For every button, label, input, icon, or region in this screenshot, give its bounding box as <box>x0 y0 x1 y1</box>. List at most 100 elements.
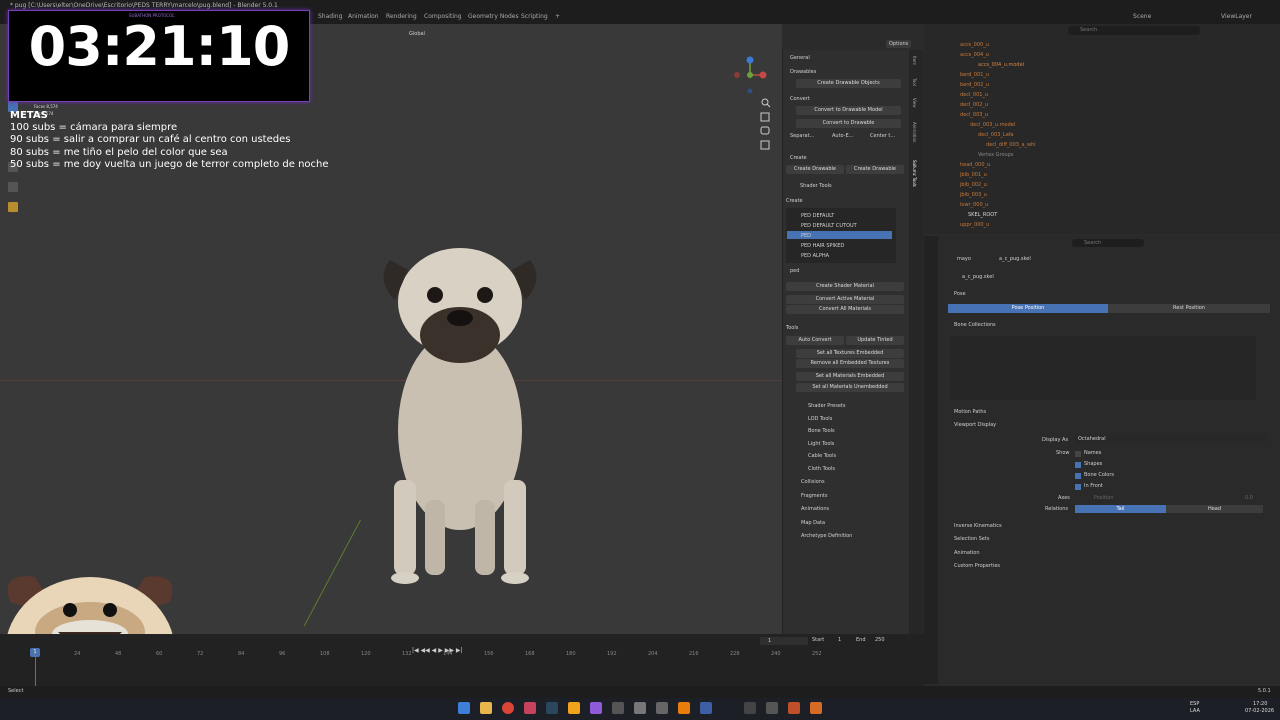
section-collisions[interactable]: Collisions <box>801 479 825 485</box>
shader-item-selected[interactable]: PED <box>801 233 811 239</box>
convert-all-materials-button[interactable]: Convert All Materials <box>786 305 904 314</box>
annotate-tool-icon[interactable] <box>8 202 18 212</box>
viewport-nav-icons[interactable] <box>759 96 773 156</box>
outliner-item[interactable]: berd_001_u <box>960 72 989 78</box>
start-frame[interactable]: 1 <box>838 637 841 643</box>
outliner-item[interactable]: decl_003_u <box>960 112 988 118</box>
outliner-item[interactable]: Vertex Groups <box>978 152 1014 158</box>
section-animations[interactable]: Animations <box>801 506 829 512</box>
create-drawable-button[interactable]: Create Drawable <box>786 165 844 174</box>
outliner-item[interactable]: accs_000_u <box>960 42 989 48</box>
shader-item[interactable]: PED ALPHA <box>801 253 829 259</box>
outliner-search[interactable]: Search <box>1068 26 1200 35</box>
tab-compositing[interactable]: Compositing <box>424 13 462 20</box>
outliner-item[interactable]: jbib_002_u <box>960 182 987 188</box>
section-fragments[interactable]: Fragments <box>801 493 828 499</box>
bone-collections-list[interactable] <box>950 336 1256 400</box>
region-indicator[interactable]: LAA <box>1190 708 1200 714</box>
shader-item[interactable]: PED DEFAULT <box>801 213 834 219</box>
rest-position-button[interactable]: Rest Position <box>1108 304 1270 313</box>
outliner-item[interactable]: berd_002_u <box>960 82 989 88</box>
language-indicator[interactable]: ESP <box>1190 701 1199 707</box>
set-all-materials-embedded-button[interactable]: Set all Materials Embedded <box>796 372 904 381</box>
create-drawable-button-2[interactable]: Create Drawable <box>846 165 904 174</box>
tab-shading[interactable]: Shading <box>318 13 342 20</box>
axes-value[interactable]: 0.0 <box>1245 495 1253 501</box>
file-explorer-icon[interactable] <box>480 702 492 714</box>
section-cable-tools[interactable]: Cable Tools <box>808 453 836 459</box>
outliner-item[interactable]: head_000_u <box>960 162 990 168</box>
breadcrumb-object[interactable]: a_c_pug.skel <box>999 256 1031 262</box>
section-motion-paths[interactable]: Motion Paths <box>954 409 986 415</box>
tab-scripting[interactable]: Scripting <box>521 13 548 20</box>
bone-colors-check[interactable] <box>1075 473 1081 479</box>
separate-checkbox[interactable]: Separat... <box>790 133 814 139</box>
end-frame[interactable]: 250 <box>875 637 885 643</box>
scale-tool-icon[interactable] <box>8 182 18 192</box>
section-lod-tools[interactable]: LOD Tools <box>808 416 832 422</box>
section-shader-tools[interactable]: Shader Tools <box>800 183 832 189</box>
add-workspace-icon[interactable]: + <box>555 13 560 20</box>
navigation-gizmo[interactable] <box>730 55 770 95</box>
transform-orientation[interactable]: Global <box>405 30 429 38</box>
bone-colors-checkbox[interactable]: Bone Colors <box>1084 472 1114 478</box>
blender-icon[interactable] <box>678 702 690 714</box>
tab-animation[interactable]: Animation <box>348 13 379 20</box>
shapes-checkbox[interactable]: Shapes <box>1084 461 1102 467</box>
tab-tool[interactable]: Tool <box>912 78 917 86</box>
properties-tabs[interactable] <box>924 236 938 684</box>
section-light-tools[interactable]: Light Tools <box>808 441 834 447</box>
playback-controls[interactable]: |◀ ◀◀ ◀ ▶ ▶▶ ▶| <box>412 637 492 654</box>
tab-rendering[interactable]: Rendering <box>386 13 417 20</box>
clock-date[interactable]: 07-02-2026 <box>1245 708 1274 714</box>
app-icon[interactable] <box>612 702 624 714</box>
settings-icon[interactable] <box>634 702 646 714</box>
clock-time[interactable]: 17:20 <box>1253 701 1267 707</box>
viewlayer-selector[interactable]: ViewLayer <box>1221 13 1252 20</box>
chrome-icon[interactable] <box>502 702 514 714</box>
auto-convert-button[interactable]: Auto Convert <box>786 336 844 345</box>
viewport-options-button[interactable]: Options <box>886 40 912 48</box>
shader-filter-input[interactable]: ped <box>790 268 799 274</box>
outliner-item[interactable]: accs_004_u.model <box>978 62 1024 68</box>
section-pose[interactable]: Pose <box>954 291 966 297</box>
create-shader-material-button[interactable]: Create Shader Material <box>786 282 904 291</box>
convert-to-drawable-button[interactable]: Convert to Drawable <box>796 119 901 128</box>
app-icon[interactable] <box>766 702 778 714</box>
play-controls-icon[interactable]: |◀ ◀◀ ◀ ▶ ▶▶ ▶| <box>412 647 463 654</box>
in-front-checkbox[interactable]: In Front <box>1084 483 1103 489</box>
section-general[interactable]: General <box>790 55 810 61</box>
head-button[interactable]: Head <box>1166 505 1263 513</box>
outliner-item[interactable]: decl_003_u.model <box>970 122 1015 128</box>
app-icon[interactable] <box>590 702 602 714</box>
section-custom-properties[interactable]: Custom Properties <box>954 563 1000 569</box>
tab-geometry-nodes[interactable]: Geometry Nodes <box>468 13 519 20</box>
auto-e-checkbox[interactable]: Auto-E... <box>832 133 853 139</box>
section-bone-collections[interactable]: Bone Collections <box>954 322 996 328</box>
remove-all-embedded-button[interactable]: Remove all Embedded Textures <box>796 359 904 368</box>
outliner-item[interactable]: uppr_000_u <box>960 222 989 228</box>
tab-item[interactable]: Item <box>912 56 917 65</box>
section-create[interactable]: Create <box>790 155 807 161</box>
shader-item[interactable]: PED DEFAULT CUTOUT <box>801 223 857 229</box>
outliner-item[interactable]: decl_003_Lafa <box>978 132 1014 138</box>
section-convert[interactable]: Convert <box>790 96 810 102</box>
outliner-item[interactable]: SKEL_ROOT <box>968 212 997 218</box>
app-icon[interactable] <box>788 702 800 714</box>
display-as-dropdown[interactable]: Octahedral <box>1075 435 1266 444</box>
center-checkbox[interactable]: Center t... <box>870 133 895 139</box>
app-icon[interactable] <box>810 702 822 714</box>
section-animation[interactable]: Animation <box>954 550 980 556</box>
section-inverse-kinematics[interactable]: Inverse Kinematics <box>954 523 1002 529</box>
outliner-item[interactable]: decl_001_u <box>960 92 988 98</box>
app-icon[interactable] <box>656 702 668 714</box>
pose-position-button[interactable]: Pose Position <box>948 304 1108 313</box>
pug-model[interactable] <box>370 240 550 590</box>
names-check[interactable] <box>1075 451 1081 457</box>
section-drawables[interactable]: Drawables <box>790 69 816 75</box>
tab-sollumz-tools[interactable]: Sollumz Tools <box>912 160 917 187</box>
shapes-check[interactable] <box>1075 462 1081 468</box>
section-bone-tools[interactable]: Bone Tools <box>808 428 835 434</box>
tab-animation-side[interactable]: Animation <box>912 122 917 142</box>
tab-view[interactable]: View <box>912 98 917 108</box>
